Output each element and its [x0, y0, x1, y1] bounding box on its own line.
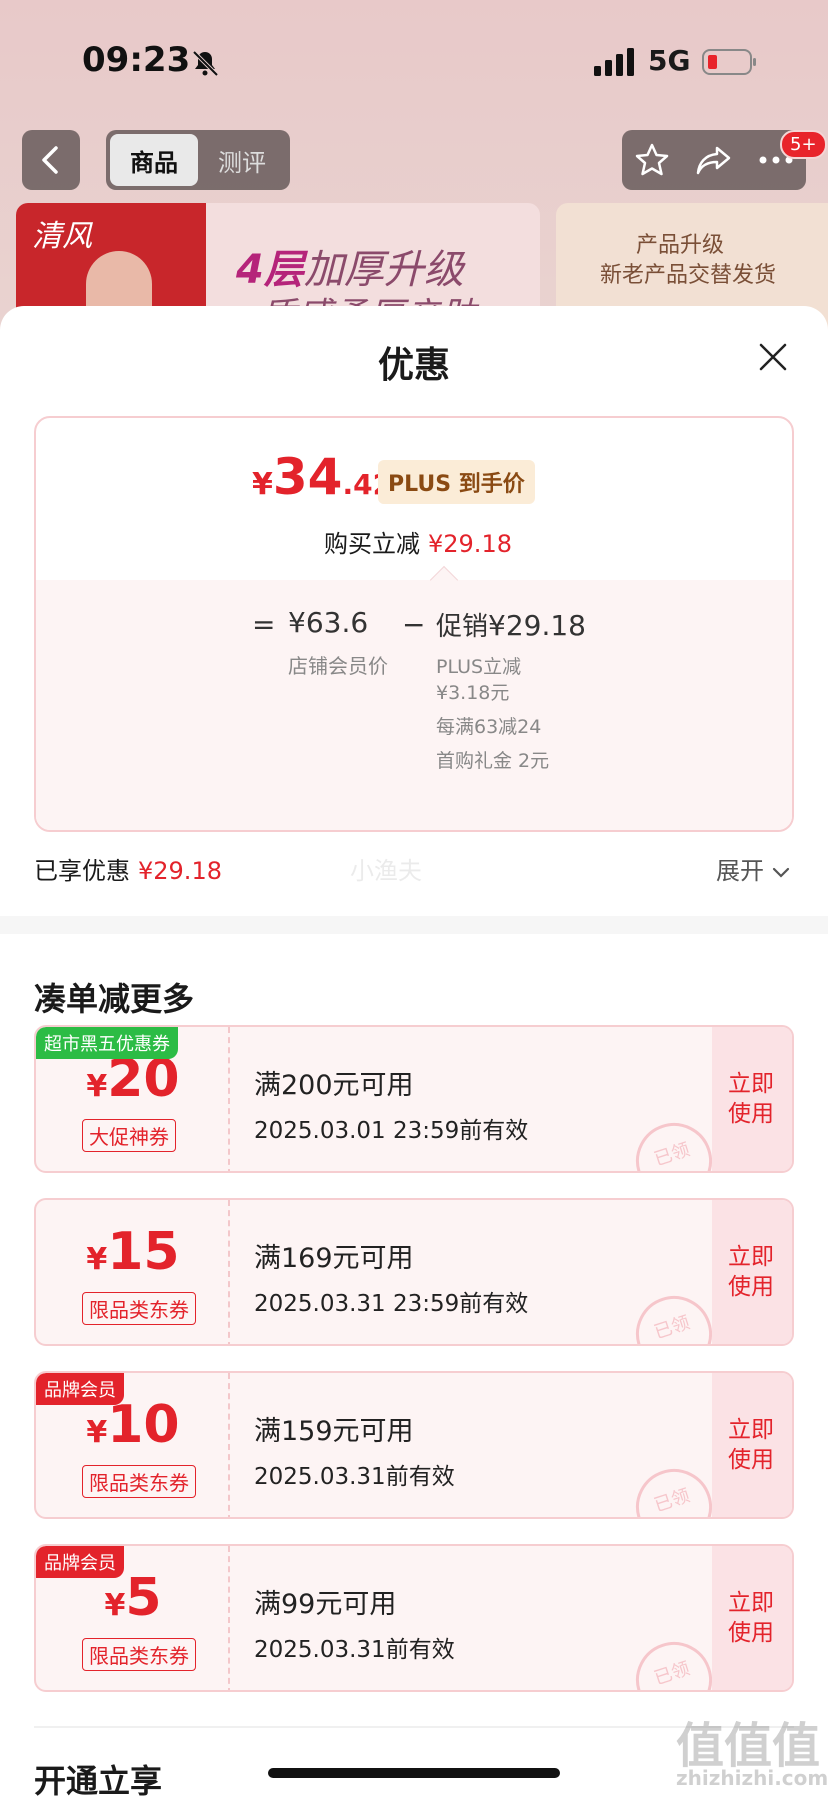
battery-icon	[702, 49, 756, 75]
coupon-condition: 满200元可用	[254, 1070, 414, 1101]
coupon-value-panel: ¥15 限品类东券	[36, 1200, 230, 1344]
coupon-type: 限品类东券	[82, 1638, 196, 1671]
product-page-background: 09:23 5G 商品 测评 5+ 清风 4层加厚升级 质感柔厚亲肤	[0, 0, 828, 330]
tab-product[interactable]: 商品	[110, 134, 198, 186]
coupon-tag: 品牌会员	[36, 1546, 124, 1578]
claimed-stamp: 已领	[626, 1459, 722, 1517]
claimed-stamp: 已领	[626, 1113, 722, 1171]
price-card: ¥34.42 PLUS 到手价 购买立减 ¥29.18 = ¥63.6 店铺会员价…	[34, 416, 794, 832]
sheet-title: 优惠	[377, 345, 450, 386]
coupon-type: 限品类东券	[82, 1292, 196, 1325]
chevron-down-icon	[772, 867, 789, 878]
expand-toggle[interactable]: 展开	[716, 851, 790, 886]
close-icon[interactable]	[758, 342, 788, 372]
enjoyed-discount: 已享优惠 ¥29.18	[34, 857, 222, 885]
brand-logo: 清风	[32, 219, 92, 254]
coupon-card: ¥20 大促神券 超市黑五优惠券 满200元可用 2025.03.01 23:5…	[34, 1025, 794, 1173]
side-banner-line1: 产品升级	[636, 233, 725, 258]
coupon-condition: 满169元可用	[254, 1243, 414, 1274]
action-group	[622, 130, 806, 190]
star-icon[interactable]	[634, 142, 670, 178]
coupon-validity: 2025.03.31前有效	[254, 1637, 455, 1663]
coupon-tag: 品牌会员	[36, 1373, 124, 1405]
user-watermark: 小渔夫	[350, 857, 422, 885]
signal-icon	[594, 48, 634, 76]
notification-badge: 5+	[780, 130, 827, 159]
coupon-condition: 满159元可用	[254, 1416, 414, 1447]
coupon-amount: ¥15	[86, 1222, 180, 1282]
claimed-stamp: 已领	[626, 1286, 722, 1344]
coupon-tag: 超市黑五优惠券	[36, 1027, 178, 1059]
tab-review[interactable]: 测评	[198, 134, 286, 186]
use-now-button[interactable]: 立即使用	[712, 1546, 792, 1690]
coupon-validity: 2025.03.01 23:59前有效	[254, 1118, 529, 1144]
coupon-validity: 2025.03.31前有效	[254, 1464, 455, 1490]
equals-sign: =	[252, 608, 276, 641]
promo-total: 促销¥29.18	[436, 609, 586, 642]
back-button[interactable]	[22, 130, 80, 190]
network-label: 5G	[648, 44, 691, 77]
use-now-button[interactable]: 立即使用	[712, 1200, 792, 1344]
coupon-card: ¥10 限品类东券 品牌会员 满159元可用 2025.03.31前有效 已领 …	[34, 1371, 794, 1519]
coupon-type: 限品类东券	[82, 1465, 196, 1498]
share-icon[interactable]	[695, 142, 733, 178]
use-now-button[interactable]: 立即使用	[712, 1027, 792, 1171]
claimed-stamp: 已领	[626, 1632, 722, 1690]
more-coupons-title: 凑单减更多	[34, 980, 195, 1018]
promo-item: 首购礼金 2元	[436, 750, 550, 772]
segment-tabs: 商品 测评	[106, 130, 290, 190]
coupon-type: 大促神券	[82, 1119, 176, 1152]
final-price: ¥34.42	[252, 448, 393, 506]
minus-sign: −	[402, 608, 426, 641]
section-divider	[0, 916, 828, 934]
use-now-button[interactable]: 立即使用	[712, 1373, 792, 1517]
side-banner-line2: 新老产品交替发货	[600, 263, 777, 288]
coupon-condition: 满99元可用	[254, 1589, 397, 1620]
home-indicator[interactable]	[268, 1768, 560, 1778]
base-price-label: 店铺会员价	[288, 654, 388, 678]
coupon-card: ¥5 限品类东券 品牌会员 满99元可用 2025.03.31前有效 已领 立即…	[34, 1544, 794, 1692]
coupon-validity: 2025.03.31 23:59前有效	[254, 1291, 529, 1317]
plus-price-tag: PLUS 到手价	[378, 460, 535, 504]
promo-item: PLUS立减 ¥3.18元	[436, 656, 522, 704]
site-watermark-url: zhizhizhi.com	[676, 1766, 828, 1790]
coupon-card: ¥15 限品类东券 满169元可用 2025.03.31 23:59前有效 已领…	[34, 1198, 794, 1346]
instant-cut: 购买立减 ¥29.18	[324, 530, 512, 558]
base-price: ¥63.6	[288, 606, 369, 639]
status-time: 09:23	[82, 40, 191, 80]
open-membership-title: 开通立享	[34, 1762, 163, 1796]
promo-item: 每满63减24	[436, 716, 542, 738]
bell-muted-icon	[192, 50, 219, 77]
chevron-left-icon	[42, 146, 58, 174]
